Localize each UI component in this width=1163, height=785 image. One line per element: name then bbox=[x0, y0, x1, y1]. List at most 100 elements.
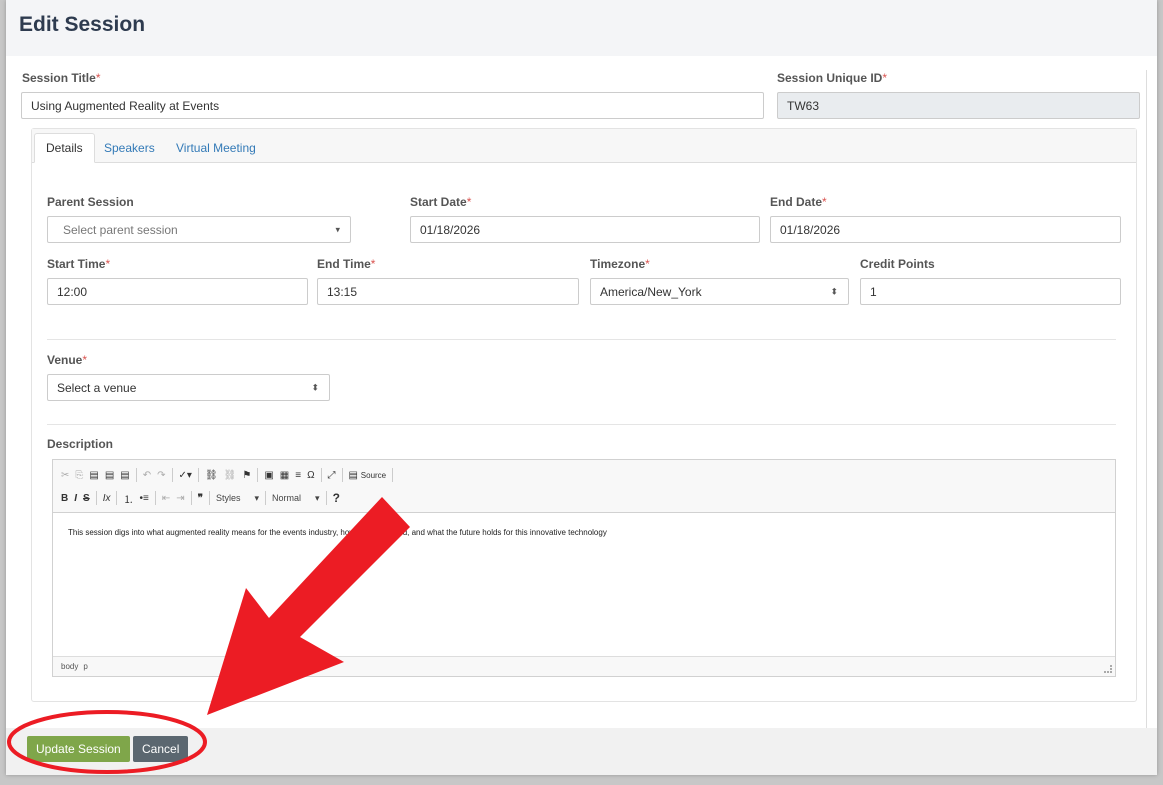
resize-grip-icon[interactable] bbox=[1104, 665, 1112, 673]
venue-label-text: Venue bbox=[47, 353, 83, 367]
session-title-input[interactable]: Using Augmented Reality at Events bbox=[21, 92, 764, 119]
credit-points-label-text: Credit Points bbox=[860, 257, 935, 271]
session-title-label: Session Title* bbox=[22, 71, 100, 85]
tab-details-label: Details bbox=[46, 141, 83, 155]
start-date-input[interactable]: 01/18/2026 bbox=[410, 216, 760, 243]
end-time-input[interactable]: 13:15 bbox=[317, 278, 579, 305]
paste-icon[interactable]: ▤ bbox=[89, 470, 98, 481]
special-char-icon[interactable]: Ω bbox=[307, 470, 314, 481]
session-uid-value: TW63 bbox=[787, 98, 820, 113]
venue-select[interactable]: Select a venue ⬍ bbox=[47, 374, 330, 401]
end-time-label: End Time* bbox=[317, 257, 375, 271]
toolbar-separator bbox=[208, 491, 210, 505]
table-icon[interactable]: ▦ bbox=[280, 470, 289, 481]
timezone-label: Timezone* bbox=[590, 257, 650, 271]
toolbar-separator bbox=[190, 491, 192, 505]
toolbar-separator bbox=[257, 468, 259, 482]
session-title-value: Using Augmented Reality at Events bbox=[31, 98, 220, 113]
section-divider bbox=[47, 424, 1116, 425]
paste-text-icon[interactable]: ▤ bbox=[105, 470, 114, 481]
cancel-button[interactable]: Cancel bbox=[133, 736, 189, 762]
end-time-label-text: End Time bbox=[317, 257, 371, 271]
dropdown-arrow-icon: ▾ bbox=[315, 492, 320, 503]
editor-content-area[interactable]: This session digs into what augmented re… bbox=[53, 513, 1115, 658]
start-date-value: 01/18/2026 bbox=[420, 222, 481, 237]
link-icon[interactable]: ⛓ bbox=[205, 470, 218, 481]
anchor-flag-icon[interactable]: ⚑ bbox=[242, 470, 251, 481]
required-mark: * bbox=[95, 71, 101, 85]
start-date-label-text: Start Date bbox=[410, 195, 467, 209]
timezone-value: America/New_York bbox=[600, 284, 702, 299]
section-divider bbox=[47, 339, 1116, 340]
start-date-label: Start Date* bbox=[410, 195, 471, 209]
tab-virtual-meeting-label: Virtual Meeting bbox=[176, 141, 256, 155]
tab-speakers[interactable]: Speakers bbox=[93, 133, 166, 163]
horizontal-line-icon[interactable]: ≡ bbox=[295, 470, 301, 481]
redo-icon[interactable]: ↷ bbox=[157, 470, 165, 481]
toolbar-separator bbox=[320, 468, 322, 482]
start-time-label-text: Start Time bbox=[47, 257, 106, 271]
maximize-icon[interactable]: ⤢ bbox=[328, 470, 336, 481]
parent-session-placeholder: Select parent session bbox=[63, 222, 178, 237]
indent-icon[interactable]: ⇥ bbox=[176, 493, 184, 504]
path-p[interactable]: p bbox=[83, 662, 87, 671]
required-mark: * bbox=[822, 195, 827, 209]
session-uid-input[interactable]: TW63 bbox=[777, 92, 1140, 119]
toolbar-separator bbox=[265, 491, 267, 505]
unlink-icon[interactable]: ⛓ bbox=[224, 470, 237, 481]
end-date-value: 01/18/2026 bbox=[780, 222, 841, 237]
tab-details[interactable]: Details bbox=[34, 133, 95, 163]
session-uid-label-text: Session Unique ID bbox=[777, 71, 883, 85]
bulleted-list-icon[interactable]: •≡ bbox=[139, 493, 148, 504]
page-title: Edit Session bbox=[19, 13, 146, 36]
source-button[interactable]: ▤ Source bbox=[349, 470, 387, 481]
editor-toolbar: ✂ ⎘ ▤ ▤ ▤ ↶ ↷ ✓▾ ⛓ ⛓ ⚑ ▣ ▦ ≡ Ω ⤢ ▤ Sourc… bbox=[53, 460, 1115, 513]
undo-icon[interactable]: ↶ bbox=[143, 470, 151, 481]
select-arrows-icon: ⬍ bbox=[311, 382, 319, 392]
end-date-input[interactable]: 01/18/2026 bbox=[770, 216, 1121, 243]
description-label-text: Description bbox=[47, 437, 114, 451]
copy-icon[interactable]: ⎘ bbox=[75, 470, 83, 481]
spellcheck-icon[interactable]: ✓▾ bbox=[179, 470, 192, 481]
session-title-label-text: Session Title bbox=[22, 71, 96, 85]
cancel-label: Cancel bbox=[142, 742, 180, 756]
update-session-button[interactable]: Update Session bbox=[27, 736, 130, 762]
paste-word-icon[interactable]: ▤ bbox=[120, 470, 129, 481]
edit-session-window: Edit Session Session Title* Using Augmen… bbox=[6, 0, 1157, 775]
source-label: Source bbox=[360, 470, 387, 480]
bold-icon[interactable]: B bbox=[61, 493, 68, 504]
source-icon: ▤ bbox=[348, 469, 358, 481]
toolbar-separator bbox=[197, 468, 199, 482]
end-time-value: 13:15 bbox=[327, 284, 358, 299]
toolbar-row-2: B I S Ix ⒈ •≡ ⇤ ⇥ ❞ Styles ▾ Normal ▾ ? bbox=[61, 488, 340, 508]
outdent-icon[interactable]: ⇤ bbox=[162, 493, 170, 504]
cut-icon[interactable]: ✂ bbox=[61, 470, 69, 481]
start-time-input[interactable]: 12:00 bbox=[47, 278, 308, 305]
format-dropdown[interactable]: Normal ▾ bbox=[272, 493, 320, 504]
end-date-label: End Date* bbox=[770, 195, 827, 209]
path-body[interactable]: body bbox=[61, 662, 78, 671]
image-icon[interactable]: ▣ bbox=[264, 470, 273, 481]
toolbar-separator bbox=[392, 468, 394, 482]
help-icon[interactable]: ? bbox=[333, 491, 340, 505]
required-mark: * bbox=[105, 257, 111, 271]
blockquote-icon[interactable]: ❞ bbox=[198, 493, 203, 504]
scrollbar-track[interactable] bbox=[1146, 70, 1147, 740]
tab-virtual-meeting[interactable]: Virtual Meeting bbox=[165, 133, 267, 163]
italic-icon[interactable]: I bbox=[74, 493, 77, 504]
numbered-list-icon[interactable]: ⒈ bbox=[123, 491, 133, 506]
venue-label: Venue* bbox=[47, 353, 87, 367]
credit-points-input[interactable]: 1 bbox=[860, 278, 1121, 305]
timezone-select[interactable]: America/New_York ⬍ bbox=[590, 278, 849, 305]
parent-session-label: Parent Session bbox=[47, 195, 134, 209]
parent-session-select[interactable]: Select parent session ▾ bbox=[47, 216, 351, 243]
venue-value: Select a venue bbox=[57, 380, 137, 395]
session-uid-label: Session Unique ID* bbox=[777, 71, 887, 85]
select-arrows-icon: ⬍ bbox=[830, 286, 838, 296]
toolbar-separator bbox=[135, 468, 137, 482]
dropdown-arrow-icon: ▾ bbox=[254, 492, 260, 503]
strikethrough-icon[interactable]: S bbox=[83, 493, 90, 504]
format-label: Normal bbox=[272, 492, 302, 503]
remove-format-icon[interactable]: Ix bbox=[103, 493, 111, 504]
styles-dropdown[interactable]: Styles ▾ bbox=[216, 493, 259, 504]
